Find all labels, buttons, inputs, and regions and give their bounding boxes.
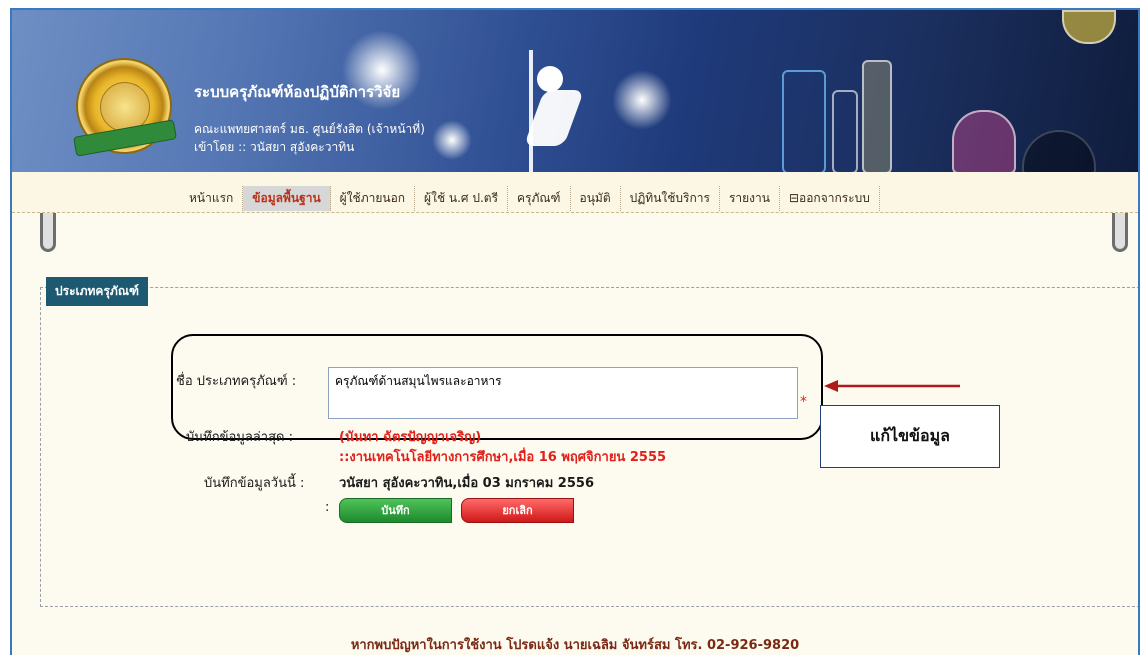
nav-item-report[interactable]: รายงาน: [720, 186, 780, 211]
nav-item-approve[interactable]: อนุมัติ: [571, 186, 621, 211]
nav-item-home[interactable]: หน้าแรก: [180, 186, 244, 211]
name-label: ชื่อ ประเภทครุภัณฑ์ :: [176, 374, 297, 389]
app-window: ระบบครุภัณฑ์ห้องปฏิบัติการวิจัย คณะแพทยศ…: [10, 8, 1140, 655]
figure-decoration-head: [537, 66, 563, 92]
university-seal-logo: [73, 58, 177, 157]
category-name-input[interactable]: ครุภัณฑ์ด้านสมุนไพรและอาหาร: [328, 367, 798, 419]
pole-decoration: [529, 50, 533, 172]
last-saved-detail: ::งานเทคโนโลยีทางการศึกษา,เมื่อ 16 พฤศจิ…: [339, 450, 667, 465]
today-label: บันทึกข้อมูลวันนี้ :: [204, 476, 305, 491]
nav-item-student-users[interactable]: ผู้ใช้ น.ศ ป.ตรี: [415, 186, 509, 211]
required-mark: *: [800, 394, 807, 410]
app-subtitle: คณะแพทยศาสตร์ มธ. ศูนย์รังสิต (เจ้าหน้าท…: [194, 122, 425, 136]
nav-item-basic-data[interactable]: ข้อมูลพื้นฐาน: [243, 186, 331, 211]
logged-in-user: เข้าโดย :: วนัสยา สุอังคะวาทิน: [194, 140, 355, 154]
section-title: ประเภทครุภัณฑ์: [46, 277, 148, 306]
nav-item-logout-label: ออกจากระบบ: [799, 191, 870, 205]
main-nav: หน้าแรก ข้อมูลพื้นฐาน ผู้ใช้ภายนอก ผู้ใช…: [12, 172, 1138, 213]
save-button[interactable]: บันทึก: [339, 498, 452, 523]
app-title: ระบบครุภัณฑ์ห้องปฏิบัติการวิจัย: [194, 83, 401, 101]
header-banner: ระบบครุภัณฑ์ห้องปฏิบัติการวิจัย คณะแพทยศ…: [12, 10, 1138, 172]
nav-item-calendar[interactable]: ปฏิทินใช้บริการ: [621, 186, 720, 211]
today-value: วนัสยา สุอังคะวาทิน,เมื่อ 03 มกราคม 2556: [339, 476, 594, 491]
last-saved-label: บันทึกข้อมูลล่าสุด :: [186, 430, 293, 445]
nav-item-logout[interactable]: ⊟ออกจากระบบ: [780, 186, 880, 211]
cancel-button[interactable]: ยกเลิก: [461, 498, 574, 523]
buttons-colon: :: [325, 500, 330, 515]
nav-item-equipment[interactable]: ครุภัณฑ์: [508, 186, 571, 211]
last-saved-by: (นันทา ฉัตรปัญญาเจริญ): [339, 430, 482, 445]
edit-callout: แก้ไขข้อมูล: [820, 405, 1000, 468]
arrow-left-icon: [824, 380, 960, 392]
logout-icon: ⊟: [788, 191, 800, 205]
nav-item-external-users[interactable]: ผู้ใช้ภายนอก: [331, 186, 416, 211]
footer-contact: หากพบปัญหาในการใช้งาน โปรดแจ้ง นายเฉลิม …: [350, 638, 800, 653]
